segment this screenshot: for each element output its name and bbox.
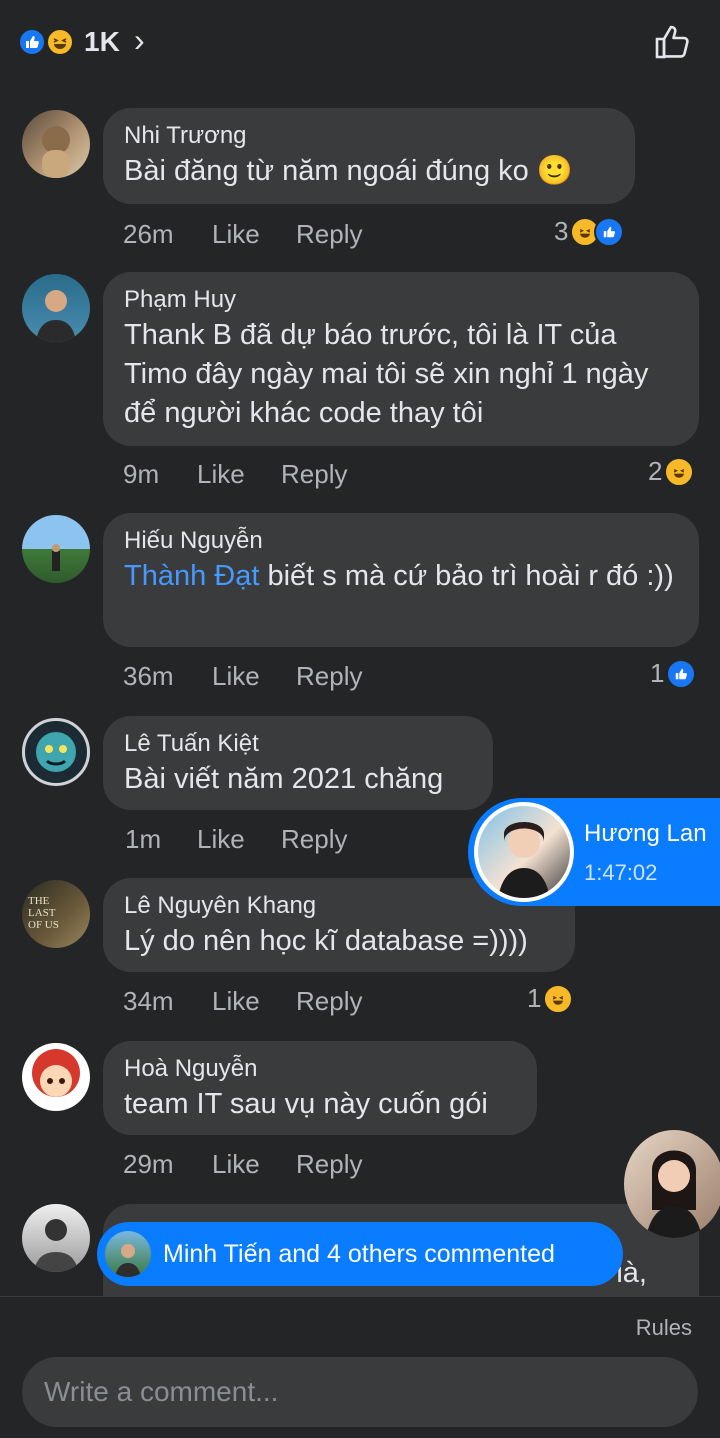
- avatar[interactable]: [22, 1204, 90, 1272]
- thumbs-up-outline-icon[interactable]: [652, 22, 692, 62]
- comment-time[interactable]: 9m: [123, 454, 159, 494]
- like-reaction-icon[interactable]: [18, 28, 46, 56]
- svg-text:LAST: LAST: [28, 907, 56, 919]
- comment-text: Lý do nên học kĩ database =)))): [124, 925, 528, 957]
- reply-button[interactable]: Reply: [296, 214, 362, 254]
- comment-text: Thành Đạt biết s mà cứ bảo trì hoài r đó…: [124, 557, 678, 596]
- comment-time[interactable]: 34m: [123, 981, 174, 1021]
- comment-author[interactable]: Nhi Trương: [124, 120, 614, 152]
- comment-bubble[interactable]: Phạm Huy Thank B đã dự báo trước, tôi là…: [103, 272, 699, 446]
- comment-actions: 9m Like Reply 2: [0, 454, 720, 494]
- comment-reactions[interactable]: 1: [527, 983, 574, 1014]
- like-button[interactable]: Like: [197, 454, 245, 494]
- comment-bubble[interactable]: Lê Tuấn Kiệt Bài viết năm 2021 chăng: [103, 716, 493, 810]
- chevron-right-icon[interactable]: ›: [134, 22, 145, 59]
- like-button[interactable]: Like: [212, 981, 260, 1021]
- comment-actions: 36m Like Reply 1: [0, 656, 720, 696]
- comment-reaction-count: 1: [527, 983, 542, 1013]
- like-button[interactable]: Like: [212, 1144, 260, 1184]
- avatar[interactable]: [22, 1043, 90, 1111]
- comment-actions: 34m Like Reply 1: [0, 981, 720, 1021]
- comment-bubble[interactable]: Hoà Nguyễn team IT sau vụ này cuốn gói: [103, 1041, 537, 1135]
- chat-head-name: Hương Lan: [584, 820, 707, 847]
- comment-author[interactable]: Phạm Huy: [124, 284, 678, 316]
- comment-text-body: biết s mà cứ bảo trì hoài r đó :)): [259, 560, 674, 592]
- haha-reaction-icon: [543, 983, 574, 1014]
- comment-actions: 29m Like Reply: [0, 1144, 720, 1184]
- comment-reaction-count: 1: [650, 658, 665, 688]
- like-button[interactable]: Like: [212, 214, 260, 254]
- reply-button[interactable]: Reply: [281, 819, 347, 859]
- like-button[interactable]: Like: [212, 656, 260, 696]
- avatar[interactable]: [22, 515, 90, 583]
- comment-reaction-count: 2: [648, 456, 663, 486]
- new-comments-label: Minh Tiến and 4 others commented: [163, 1239, 555, 1268]
- like-reaction-icon: [666, 658, 697, 689]
- chat-head-time: 1:47:02: [584, 860, 658, 885]
- comment-time[interactable]: 26m: [123, 214, 174, 254]
- reply-button[interactable]: Reply: [296, 656, 362, 696]
- svg-text:THE: THE: [28, 895, 50, 907]
- comment-time[interactable]: 29m: [123, 1144, 174, 1184]
- comment-bubble[interactable]: Hiếu Nguyễn Thành Đạt biết s mà cứ bảo t…: [103, 513, 699, 647]
- comment-input[interactable]: [22, 1357, 698, 1427]
- reaction-count[interactable]: 1K: [84, 26, 120, 58]
- comment-reactions[interactable]: 3: [554, 216, 625, 247]
- reply-button[interactable]: Reply: [296, 1144, 362, 1184]
- comment-bubble[interactable]: Nhi Trương Bài đăng từ năm ngoái đúng ko…: [103, 108, 635, 204]
- avatar[interactable]: [22, 718, 90, 786]
- avatar[interactable]: THE LAST OF US: [22, 880, 90, 948]
- reactions-header: 1K ›: [0, 0, 720, 86]
- comment-time[interactable]: 36m: [123, 656, 174, 696]
- comment-text: Bài đăng từ năm ngoái đúng ko 🙂: [124, 155, 573, 187]
- like-reaction-icon: [594, 216, 625, 247]
- comment-text: Thank B đã dự báo trước, tôi là IT của T…: [124, 319, 649, 429]
- reply-button[interactable]: Reply: [281, 454, 347, 494]
- comment-author[interactable]: Hiếu Nguyễn: [124, 525, 678, 557]
- haha-reaction-icon[interactable]: [46, 28, 74, 56]
- haha-reaction-icon: [664, 456, 695, 487]
- comment-reactions[interactable]: 1: [650, 658, 697, 689]
- comment-author[interactable]: Lê Tuấn Kiệt: [124, 728, 472, 760]
- reply-button[interactable]: Reply: [296, 981, 362, 1021]
- svg-text:OF US: OF US: [28, 919, 59, 931]
- comment-actions: 26m Like Reply 3: [0, 214, 720, 254]
- rules-link[interactable]: Rules: [636, 1315, 692, 1341]
- comment-time[interactable]: 1m: [125, 819, 161, 859]
- avatar[interactable]: [22, 110, 90, 178]
- chat-head-avatar-secondary[interactable]: [624, 1130, 720, 1238]
- comment-reaction-count: 3: [554, 216, 569, 246]
- comment-reactions[interactable]: 2: [648, 456, 695, 487]
- like-button[interactable]: Like: [197, 819, 245, 859]
- comment-composer: Rules: [0, 1296, 720, 1438]
- chat-head-avatar[interactable]: [474, 802, 574, 902]
- avatar[interactable]: [22, 274, 90, 342]
- new-comments-pill[interactable]: Minh Tiến and 4 others commented: [97, 1222, 623, 1286]
- comment-author[interactable]: Hoà Nguyễn: [124, 1053, 516, 1085]
- comment-text: Bài viết năm 2021 chăng: [124, 763, 444, 795]
- messenger-chat-head[interactable]: Hương Lan 1:47:02: [468, 798, 720, 906]
- pill-avatar: [105, 1231, 151, 1277]
- mention-link[interactable]: Thành Đạt: [124, 560, 259, 592]
- comment-text: team IT sau vụ này cuốn gói: [124, 1088, 488, 1120]
